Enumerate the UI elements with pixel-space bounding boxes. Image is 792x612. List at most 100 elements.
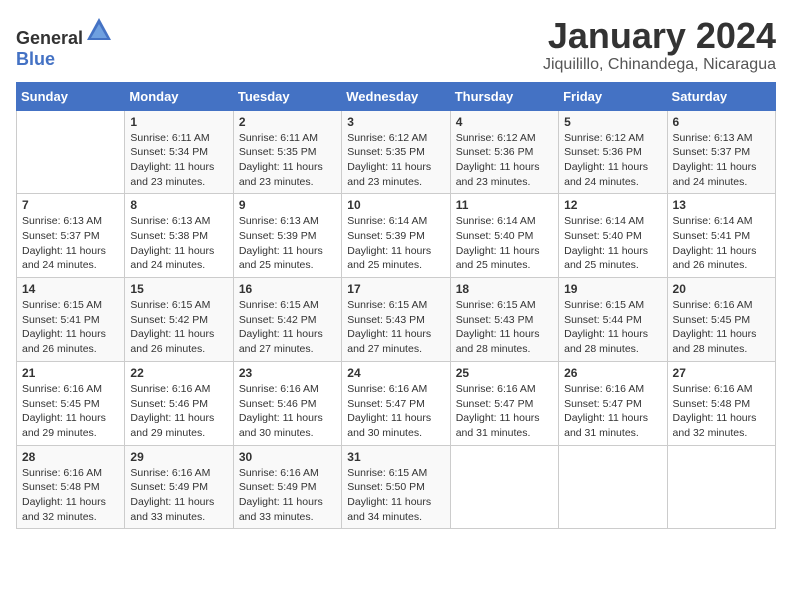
- week-row-3: 14Sunrise: 6:15 AMSunset: 5:41 PMDayligh…: [17, 278, 776, 362]
- day-info: Sunrise: 6:15 AMSunset: 5:50 PMDaylight:…: [347, 466, 444, 525]
- day-info: Sunrise: 6:15 AMSunset: 5:42 PMDaylight:…: [239, 298, 336, 357]
- day-number: 7: [22, 198, 119, 212]
- day-info: Sunrise: 6:16 AMSunset: 5:48 PMDaylight:…: [22, 466, 119, 525]
- day-number: 29: [130, 450, 227, 464]
- day-number: 2: [239, 115, 336, 129]
- calendar-cell: 5 Sunrise: 6:12 AMSunset: 5:36 PMDaylight…: [559, 110, 667, 194]
- day-info: Sunrise: 6:11 AMSunset: 5:34 PMDaylight:…: [130, 131, 227, 190]
- day-number: 14: [22, 282, 119, 296]
- calendar-cell: 3 Sunrise: 6:12 AMSunset: 5:35 PMDaylight…: [342, 110, 450, 194]
- calendar-cell: [450, 445, 558, 529]
- day-number: 1: [130, 115, 227, 129]
- day-number: 8: [130, 198, 227, 212]
- week-row-4: 21 Sunrise: 6:16 AMSunset: 5:45 PMDayligh…: [17, 361, 776, 445]
- day-number: 10: [347, 198, 444, 212]
- calendar-cell: 2Sunrise: 6:11 AMSunset: 5:35 PMDaylight…: [233, 110, 341, 194]
- day-number: 27: [673, 366, 770, 380]
- weekday-wednesday: Wednesday: [342, 82, 450, 110]
- weekday-friday: Friday: [559, 82, 667, 110]
- month-title: January 2024: [543, 16, 776, 56]
- day-number: 31: [347, 450, 444, 464]
- week-row-1: 1 Sunrise: 6:11 AMSunset: 5:34 PMDaylight…: [17, 110, 776, 194]
- day-info: Sunrise: 6:16 AMSunset: 5:48 PMDaylight:…: [673, 382, 770, 441]
- calendar-cell: 31 Sunrise: 6:15 AMSunset: 5:50 PMDayligh…: [342, 445, 450, 529]
- calendar-cell: 15Sunrise: 6:15 AMSunset: 5:42 PMDayligh…: [125, 278, 233, 362]
- weekday-header-row: SundayMondayTuesdayWednesdayThursdayFrid…: [17, 82, 776, 110]
- calendar-cell: 1 Sunrise: 6:11 AMSunset: 5:34 PMDaylight…: [125, 110, 233, 194]
- day-info: Sunrise: 6:12 AMSunset: 5:36 PMDaylight:…: [564, 131, 661, 190]
- day-info: Sunrise: 6:16 AMSunset: 5:45 PMDaylight:…: [673, 298, 770, 357]
- calendar-cell: 17Sunrise: 6:15 AMSunset: 5:43 PMDayligh…: [342, 278, 450, 362]
- weekday-sunday: Sunday: [17, 82, 125, 110]
- logo-text: General Blue: [16, 16, 113, 70]
- day-number: 23: [239, 366, 336, 380]
- calendar-cell: 25 Sunrise: 6:16 AMSunset: 5:47 PMDayligh…: [450, 361, 558, 445]
- calendar-cell: 22Sunrise: 6:16 AMSunset: 5:46 PMDayligh…: [125, 361, 233, 445]
- day-info: Sunrise: 6:14 AMSunset: 5:39 PMDaylight:…: [347, 214, 444, 273]
- calendar-cell: 24Sunrise: 6:16 AMSunset: 5:47 PMDayligh…: [342, 361, 450, 445]
- day-info: Sunrise: 6:12 AMSunset: 5:35 PMDaylight:…: [347, 131, 444, 190]
- calendar-cell: 7 Sunrise: 6:13 AMSunset: 5:37 PMDaylight…: [17, 194, 125, 278]
- day-number: 3: [347, 115, 444, 129]
- day-number: 6: [673, 115, 770, 129]
- day-number: 21: [22, 366, 119, 380]
- day-number: 11: [456, 198, 553, 212]
- day-info: Sunrise: 6:13 AMSunset: 5:38 PMDaylight:…: [130, 214, 227, 273]
- calendar-cell: 23 Sunrise: 6:16 AMSunset: 5:46 PMDayligh…: [233, 361, 341, 445]
- day-info: Sunrise: 6:14 AMSunset: 5:41 PMDaylight:…: [673, 214, 770, 273]
- calendar-cell: 19 Sunrise: 6:15 AMSunset: 5:44 PMDayligh…: [559, 278, 667, 362]
- day-info: Sunrise: 6:16 AMSunset: 5:47 PMDaylight:…: [456, 382, 553, 441]
- day-info: Sunrise: 6:16 AMSunset: 5:46 PMDaylight:…: [239, 382, 336, 441]
- calendar-cell: 29 Sunrise: 6:16 AMSunset: 5:49 PMDayligh…: [125, 445, 233, 529]
- weekday-tuesday: Tuesday: [233, 82, 341, 110]
- day-number: 22: [130, 366, 227, 380]
- day-info: Sunrise: 6:13 AMSunset: 5:39 PMDaylight:…: [239, 214, 336, 273]
- calendar-cell: 13 Sunrise: 6:14 AMSunset: 5:41 PMDayligh…: [667, 194, 775, 278]
- calendar-cell: 8 Sunrise: 6:13 AMSunset: 5:38 PMDaylight…: [125, 194, 233, 278]
- calendar-cell: [17, 110, 125, 194]
- day-info: Sunrise: 6:16 AMSunset: 5:49 PMDaylight:…: [130, 466, 227, 525]
- day-info: Sunrise: 6:14 AMSunset: 5:40 PMDaylight:…: [564, 214, 661, 273]
- day-info: Sunrise: 6:16 AMSunset: 5:45 PMDaylight:…: [22, 382, 119, 441]
- calendar-cell: 12 Sunrise: 6:14 AMSunset: 5:40 PMDayligh…: [559, 194, 667, 278]
- calendar-cell: 20Sunrise: 6:16 AMSunset: 5:45 PMDayligh…: [667, 278, 775, 362]
- day-number: 4: [456, 115, 553, 129]
- day-number: 12: [564, 198, 661, 212]
- calendar-cell: 9 Sunrise: 6:13 AMSunset: 5:39 PMDaylight…: [233, 194, 341, 278]
- day-number: 30: [239, 450, 336, 464]
- day-number: 5: [564, 115, 661, 129]
- day-number: 13: [673, 198, 770, 212]
- calendar-cell: 6 Sunrise: 6:13 AMSunset: 5:37 PMDaylight…: [667, 110, 775, 194]
- week-row-5: 28 Sunrise: 6:16 AMSunset: 5:48 PMDayligh…: [17, 445, 776, 529]
- calendar-cell: 10 Sunrise: 6:14 AMSunset: 5:39 PMDayligh…: [342, 194, 450, 278]
- location: Jiquilillo, Chinandega, Nicaragua: [543, 56, 776, 74]
- logo: General Blue: [16, 16, 113, 70]
- day-number: 19: [564, 282, 661, 296]
- weekday-saturday: Saturday: [667, 82, 775, 110]
- day-info: Sunrise: 6:15 AMSunset: 5:42 PMDaylight:…: [130, 298, 227, 357]
- day-info: Sunrise: 6:13 AMSunset: 5:37 PMDaylight:…: [673, 131, 770, 190]
- day-number: 9: [239, 198, 336, 212]
- calendar-cell: 11Sunrise: 6:14 AMSunset: 5:40 PMDayligh…: [450, 194, 558, 278]
- calendar-body: 1 Sunrise: 6:11 AMSunset: 5:34 PMDaylight…: [17, 110, 776, 529]
- calendar-cell: 21 Sunrise: 6:16 AMSunset: 5:45 PMDayligh…: [17, 361, 125, 445]
- calendar-cell: 16Sunrise: 6:15 AMSunset: 5:42 PMDayligh…: [233, 278, 341, 362]
- day-number: 28: [22, 450, 119, 464]
- page-header: General Blue January 2024 Jiquilillo, Ch…: [16, 16, 776, 74]
- logo-blue: Blue: [16, 49, 55, 69]
- title-block: January 2024 Jiquilillo, Chinandega, Nic…: [543, 16, 776, 74]
- calendar-cell: 4 Sunrise: 6:12 AMSunset: 5:36 PMDaylight…: [450, 110, 558, 194]
- day-info: Sunrise: 6:15 AMSunset: 5:44 PMDaylight:…: [564, 298, 661, 357]
- day-info: Sunrise: 6:13 AMSunset: 5:37 PMDaylight:…: [22, 214, 119, 273]
- calendar-cell: [559, 445, 667, 529]
- calendar-cell: 28 Sunrise: 6:16 AMSunset: 5:48 PMDayligh…: [17, 445, 125, 529]
- logo-icon: [85, 16, 113, 44]
- calendar-cell: 26Sunrise: 6:16 AMSunset: 5:47 PMDayligh…: [559, 361, 667, 445]
- day-number: 25: [456, 366, 553, 380]
- weekday-monday: Monday: [125, 82, 233, 110]
- day-number: 24: [347, 366, 444, 380]
- day-number: 17: [347, 282, 444, 296]
- day-info: Sunrise: 6:15 AMSunset: 5:43 PMDaylight:…: [456, 298, 553, 357]
- day-number: 26: [564, 366, 661, 380]
- day-info: Sunrise: 6:12 AMSunset: 5:36 PMDaylight:…: [456, 131, 553, 190]
